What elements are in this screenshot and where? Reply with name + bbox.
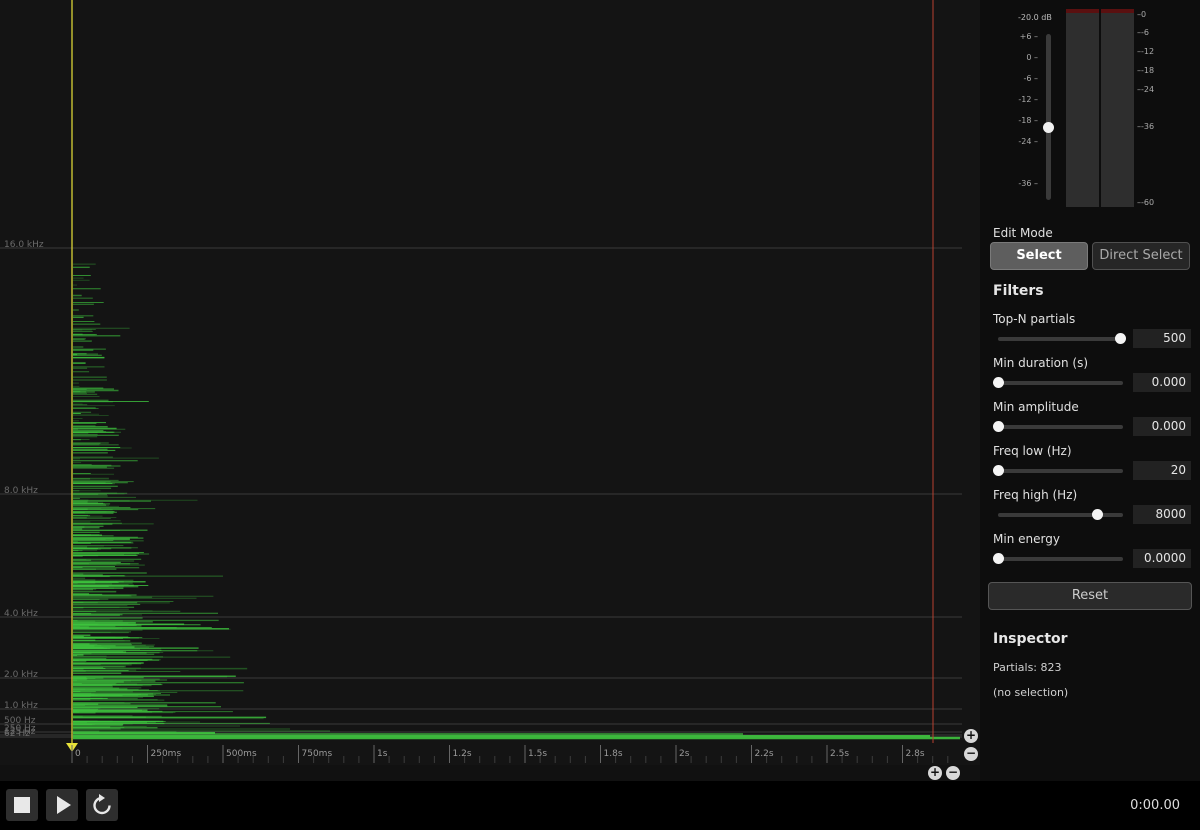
filter-slider-knob[interactable] [1092,509,1104,520]
loop-button[interactable] [86,789,118,821]
freq-label: 2.0 kHz [4,670,38,680]
meter-bar-left [1066,9,1099,207]
time-tick-label: 1.5s [528,749,547,759]
freq-zoom-in-button[interactable]: + [964,729,978,743]
filter-label: Min amplitude [993,400,1079,414]
play-icon [57,796,71,814]
time-tick-label: 500ms [226,749,257,759]
filter-slider-track[interactable] [998,469,1123,473]
filter-slider-knob[interactable] [993,553,1004,564]
partials-count: Partials: 823 [993,661,1062,674]
fader-scale-label: -6 – [1023,74,1038,83]
filter-label: Freq low (Hz) [993,444,1072,458]
level-meter: -20.0 dB +6 – 0 – -6 – -12 – -18 – -24 – -36 –… [980,0,1200,215]
level-scale-label: –-12 [1137,47,1155,56]
time-tick-label: 750ms [302,749,333,759]
time-tick-label: 2.2s [755,749,774,759]
level-scale-label: –-6 [1137,28,1149,37]
stop-button[interactable] [6,789,38,821]
filter-label: Top-N partials [993,312,1076,326]
filter-slider-track[interactable] [998,425,1123,429]
horizontal-scroll-area[interactable]: + − [0,765,980,781]
time-ruler[interactable]: 0 250ms 500ms 750ms 1s 1.2s 1.5s 1.8s 2s 2.2s 2.5s… [0,743,980,765]
edit-mode-label: Edit Mode [993,226,1053,240]
filters-title: Filters [993,283,1044,299]
selection-status: (no selection) [993,686,1069,699]
filter-slider-knob[interactable] [1114,333,1126,344]
fader-scale-label: -12 – [1018,95,1038,104]
time-tick-label: 250ms [151,749,182,759]
time-tick-label: 2.8s [906,749,925,759]
freq-label: 8.0 kHz [4,486,38,496]
filter-slider-track[interactable] [998,381,1123,385]
level-scale-label: –-60 [1137,198,1155,207]
gain-readout: -20.0 dB [1018,13,1052,22]
spectrogram-canvas[interactable]: 16.0 kHz8.0 kHz4.0 kHz2.0 kHz1.0 kHz500 … [0,0,980,743]
filter-slider-track[interactable] [998,557,1123,561]
side-panel: -20.0 dB +6 – 0 – -6 – -12 – -18 – -24 – -36 –… [980,0,1200,781]
time-zoom-out-button[interactable]: − [946,766,960,780]
freq-label: 4.0 kHz [4,609,38,619]
time-tick-label: 1.8s [604,749,623,759]
reset-button[interactable]: Reset [988,582,1192,610]
select-mode-button[interactable]: Select [990,242,1088,270]
time-tick-label: 2.5s [830,749,849,759]
freq-label: 16.0 kHz [4,240,44,250]
filter-slider-knob[interactable] [993,377,1004,388]
filter-value-input[interactable]: 0.0000 [1133,549,1191,568]
filter-label: Freq high (Hz) [993,488,1078,502]
level-scale-label: –0 [1137,10,1147,19]
freq-label: 1.0 kHz [4,701,38,711]
filter-value-input[interactable]: 0.000 [1133,373,1191,392]
time-tick-label: 2s [679,749,690,759]
partials-layer[interactable] [73,263,960,740]
level-scale-label: –-18 [1137,66,1155,75]
filter-value-input[interactable]: 8000 [1133,505,1191,524]
gain-fader-track[interactable] [1046,34,1051,200]
direct-select-mode-button[interactable]: Direct Select [1092,242,1190,270]
time-tick-label: 0 [75,749,81,759]
filter-value-input[interactable]: 0.000 [1133,417,1191,436]
level-scale-label: –-24 [1137,85,1155,94]
filter-value-input[interactable]: 500 [1133,329,1191,348]
stop-icon [14,797,30,813]
fader-scale-label: 0 – [1026,53,1038,62]
filter-label: Min energy [993,532,1060,546]
fader-scale-label: -24 – [1018,137,1038,146]
filter-value-input[interactable]: 20 [1133,461,1191,480]
level-scale-label: –-36 [1137,122,1155,131]
meter-bar-right [1101,9,1134,207]
filter-slider-knob[interactable] [993,465,1004,476]
freq-label: 62 Hz [4,729,30,739]
filter-slider-knob[interactable] [993,421,1004,432]
time-ruler-canvas: 0 250ms 500ms 750ms 1s 1.2s 1.5s 1.8s 2s 2.2s 2.5s… [66,743,949,763]
filter-slider-track[interactable] [998,513,1123,517]
fader-scale-label: -36 – [1018,179,1038,188]
spectrogram-view[interactable]: 16.0 kHz 8.0 kHz 4.0 kHz 2.0 kHz 1.0 kHz 500 … [0,0,980,743]
loop-icon [93,794,111,815]
time-tick-label: 1s [377,749,388,759]
gain-fader-knob[interactable] [1043,122,1054,133]
filter-label: Min duration (s) [993,356,1089,370]
play-button[interactable] [46,789,78,821]
fader-scale-label: -18 – [1018,116,1038,125]
fader-scale-label: +6 – [1019,32,1038,41]
transport-bar: 0:00.00 [0,781,1200,830]
inspector-title: Inspector [993,631,1068,647]
time-display: 0:00.00 [1130,798,1180,813]
time-tick-label: 1.2s [453,749,472,759]
time-zoom-in-button[interactable]: + [928,766,942,780]
filter-slider-track[interactable] [998,337,1123,341]
freq-zoom-out-button[interactable]: − [964,747,978,761]
